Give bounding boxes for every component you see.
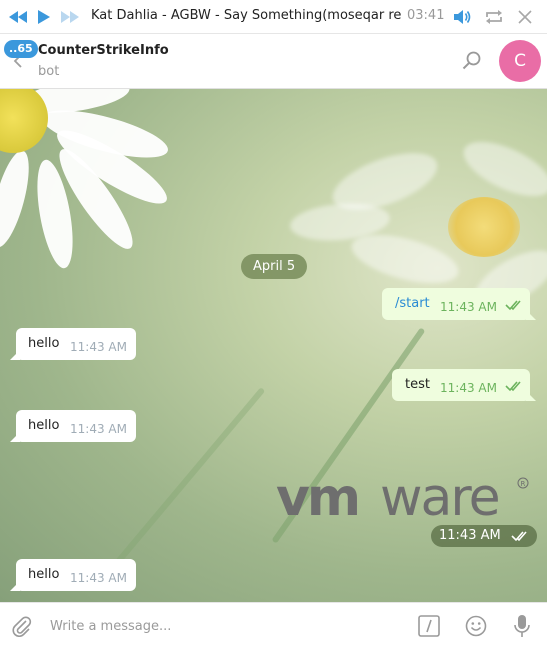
message-text: hello [28, 567, 60, 582]
message-time: 11:43 AM [70, 340, 127, 354]
attach-icon[interactable] [11, 615, 33, 637]
svg-text:vm: vm [276, 473, 358, 523]
play-icon[interactable] [34, 7, 54, 27]
svg-text:R: R [521, 480, 526, 488]
wallpaper-flower-center [0, 89, 48, 153]
unread-count-badge[interactable]: ..65 [4, 40, 38, 58]
message-text: test [405, 377, 430, 392]
wallpaper-petal [455, 130, 547, 208]
chat-header: ..65 CounterStrikeInfo bot C [0, 35, 547, 89]
rewind-icon[interactable] [8, 7, 28, 27]
message-list[interactable]: April 5 /start 11:43 AM hello 11:43 AM t… [0, 89, 547, 602]
message-time: 11:43 AM [70, 422, 127, 436]
message-text: hello [28, 418, 60, 433]
volume-icon[interactable] [453, 7, 473, 27]
chat-title[interactable]: CounterStrikeInfo [38, 43, 169, 58]
double-check-icon [505, 381, 521, 392]
message-time: 11:43 AM [440, 300, 497, 314]
bot-command-icon[interactable] [418, 615, 440, 637]
chat-status: bot [38, 64, 60, 79]
close-icon[interactable] [515, 7, 535, 27]
message-time: 11:43 AM [439, 528, 501, 543]
repeat-icon[interactable] [484, 7, 504, 27]
wallpaper-flower-center [448, 197, 520, 257]
message-composer [0, 602, 547, 648]
message-bubble-incoming[interactable]: hello 11:43 AM [16, 410, 136, 442]
message-bubble-incoming[interactable]: hello 11:43 AM [16, 559, 136, 591]
music-player-bar: Kat Dahlia - AGBW - Say Something(moseqa… [0, 0, 547, 34]
message-input[interactable] [50, 613, 390, 639]
message-bubble-outgoing[interactable]: /start 11:43 AM [382, 288, 530, 320]
bot-command-link[interactable]: /start [395, 296, 430, 311]
media-time-badge: 11:43 AM [431, 525, 537, 547]
message-time: 11:43 AM [70, 571, 127, 585]
wallpaper-petal [0, 147, 37, 251]
track-time: 03:41 [407, 8, 445, 23]
double-check-icon [505, 300, 521, 311]
message-bubble-outgoing[interactable]: test 11:43 AM [392, 369, 530, 401]
emoji-icon[interactable] [465, 615, 487, 637]
message-time: 11:43 AM [440, 381, 497, 395]
avatar[interactable]: C [499, 40, 541, 82]
track-title[interactable]: Kat Dahlia - AGBW - Say Something(moseqa… [91, 8, 401, 23]
search-icon[interactable] [460, 49, 484, 73]
message-bubble-incoming[interactable]: hello 11:43 AM [16, 328, 136, 360]
date-separator: April 5 [241, 254, 308, 279]
fast-forward-icon[interactable] [60, 7, 80, 27]
microphone-icon[interactable] [512, 614, 532, 638]
message-text: hello [28, 336, 60, 351]
double-check-icon [511, 531, 527, 542]
svg-text:ware: ware [380, 473, 499, 523]
telegram-window: Kat Dahlia - AGBW - Say Something(moseqa… [0, 0, 547, 648]
vmware-logo-image[interactable]: vm ware R [276, 473, 532, 523]
